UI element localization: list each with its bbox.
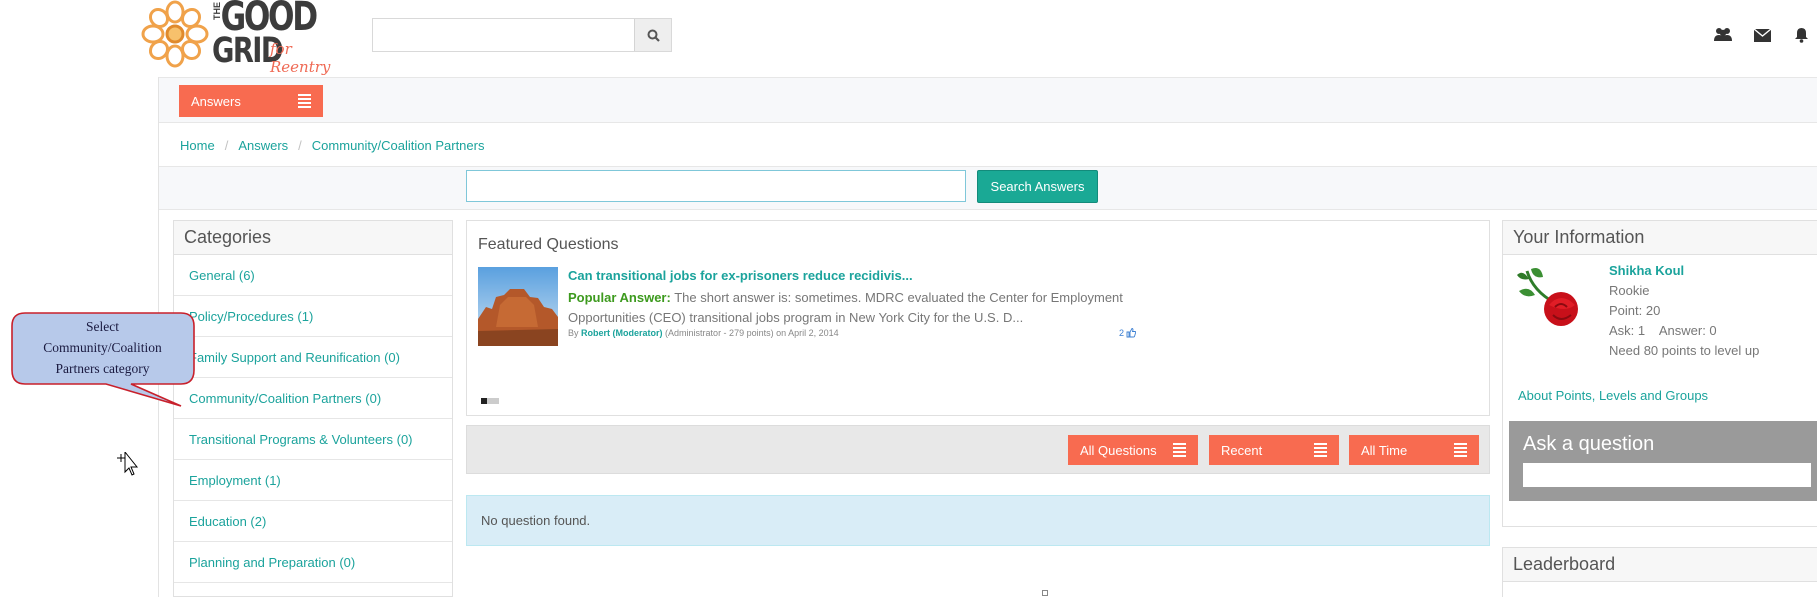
user-rank: Rookie [1609, 283, 1650, 298]
featured-meta: By Robert (Moderator) (Administrator - 2… [568, 328, 839, 338]
post-date: on April 2, 2014 [776, 328, 839, 338]
leaderboard-title: Leaderboard [1503, 548, 1817, 582]
category-general[interactable]: General (6) [174, 255, 452, 296]
carousel-pager[interactable] [481, 398, 499, 404]
callout-line-2: Community/Coalition [43, 340, 162, 355]
your-information-panel: Your Information Shikha Koul Rookie Poin… [1502, 220, 1817, 527]
breadcrumb-home[interactable]: Home [180, 138, 215, 153]
recent-filter[interactable]: Recent [1209, 435, 1339, 465]
logo-tagline: for Reentry [270, 40, 331, 76]
user-level-up: Need 80 points to level up [1609, 343, 1760, 358]
top-search-input[interactable] [373, 19, 635, 51]
category-employment[interactable]: Employment (1) [174, 460, 452, 501]
all-questions-filter[interactable]: All Questions [1068, 435, 1198, 465]
category-policy-procedures[interactable]: Policy/Procedures (1) [174, 296, 452, 337]
thumbs-up-icon [1126, 328, 1137, 338]
callout-line-3: Partners category [55, 361, 150, 376]
answers-menu-button[interactable]: Answers [179, 85, 323, 117]
featured-questions-panel: Featured Questions Can transitional jobs… [466, 220, 1490, 416]
category-transitional-programs[interactable]: Transitional Programs & Volunteers (0) [174, 419, 452, 460]
leaderboard-panel: Leaderboard [1502, 547, 1817, 597]
logo[interactable]: GOOD THE GRID for Reentry [140, 0, 355, 76]
avatar[interactable] [1513, 261, 1587, 341]
breadcrumb-separator: / [224, 138, 229, 153]
breadcrumb-answers[interactable]: Answers [238, 138, 288, 153]
search-answers-button[interactable]: Search Answers [977, 170, 1098, 203]
user-name-link[interactable]: Shikha Koul [1609, 263, 1684, 278]
menu-icon [1173, 443, 1186, 457]
menu-icon [298, 94, 311, 108]
user-points: Point: 20 [1609, 303, 1661, 318]
categories-title: Categories [174, 221, 452, 255]
about-points-link[interactable]: About Points, Levels and Groups [1518, 388, 1708, 403]
move-cursor-icon [117, 452, 139, 476]
all-time-filter[interactable]: All Time [1349, 435, 1479, 465]
category-community-coalition[interactable]: Community/Coalition Partners (0) [174, 378, 452, 419]
top-search-box [372, 18, 672, 52]
envelope-icon[interactable] [1751, 25, 1773, 45]
category-education[interactable]: Education (2) [174, 501, 452, 542]
no-question-alert: No question found. [466, 495, 1490, 546]
answers-menu-label: Answers [191, 93, 241, 109]
ask-question-title: Ask a question [1523, 433, 1655, 455]
featured-question-link[interactable]: Can transitional jobs for ex-prisoners r… [568, 268, 913, 283]
breadcrumb-current[interactable]: Community/Coalition Partners [312, 138, 485, 153]
bell-icon[interactable] [1790, 25, 1812, 45]
callout-text: Select Community/Coalition Partners cate… [11, 316, 194, 379]
categories-panel: Categories General (6) Policy/Procedures… [173, 220, 453, 597]
category-family-support[interactable]: Family Support and Reunification (0) [174, 337, 452, 378]
breadcrumb: Home / Answers / Community/Coalition Par… [180, 138, 484, 153]
ask-question-input[interactable] [1523, 463, 1811, 487]
ask-question-box: Ask a question [1509, 421, 1817, 501]
all-questions-label: All Questions [1080, 442, 1157, 458]
featured-title: Featured Questions [478, 236, 619, 253]
all-time-label: All Time [1361, 442, 1408, 458]
answers-menu-bar [159, 77, 1817, 123]
callout-line-1: Select [86, 319, 119, 334]
author-link[interactable]: Robert (Moderator) [581, 328, 663, 338]
category-planning[interactable]: Planning and Preparation (0) [174, 542, 452, 583]
logo-the: THE [212, 2, 222, 20]
menu-icon [1454, 443, 1467, 457]
recent-label: Recent [1221, 442, 1263, 458]
popular-answer-label: Popular Answer: [568, 290, 671, 305]
featured-thumbnail[interactable] [478, 267, 558, 346]
meta-by: By [568, 328, 579, 338]
answer-search-input[interactable] [466, 170, 966, 202]
menu-icon [1314, 443, 1327, 457]
likes-count[interactable]: 2 [1119, 328, 1137, 338]
flower-logo-icon [141, 0, 209, 68]
search-icon [647, 29, 660, 42]
likes-value: 2 [1119, 328, 1125, 338]
your-information-title: Your Information [1503, 221, 1817, 255]
logo-good: GOOD [220, 0, 319, 40]
author-role: (Administrator - 279 points) [665, 328, 774, 338]
breadcrumb-separator: / [298, 138, 302, 153]
scroll-marker [1042, 590, 1048, 596]
users-icon[interactable] [1712, 25, 1734, 45]
featured-answer: Popular Answer: The short answer is: som… [568, 288, 1128, 328]
top-search-button[interactable] [634, 19, 671, 51]
user-ask-answer: Ask: 1 Answer: 0 [1609, 323, 1717, 338]
